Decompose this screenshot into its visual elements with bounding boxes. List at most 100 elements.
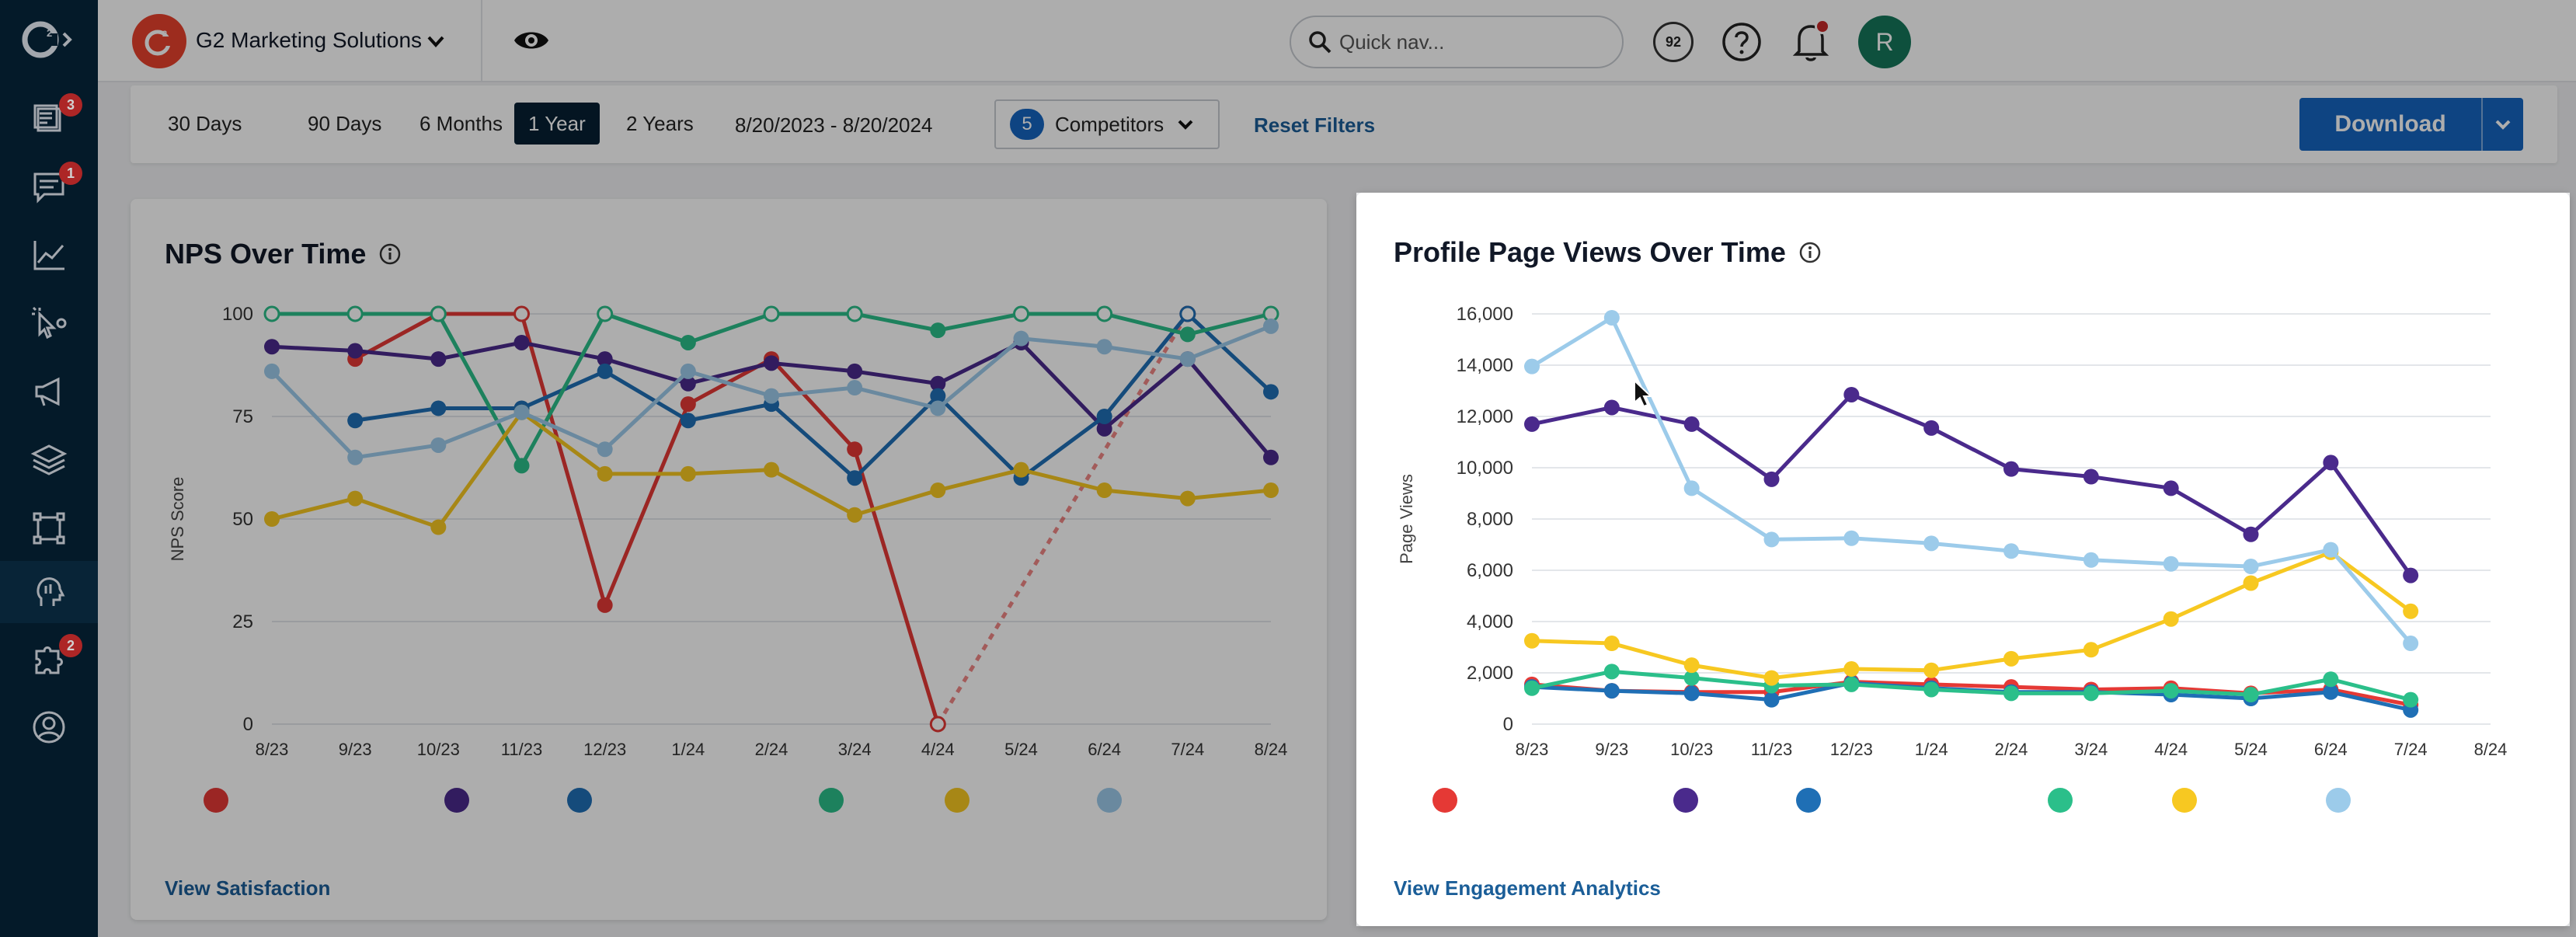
x-tick-label: 7/24 [1171,740,1204,759]
help-icon[interactable] [1721,22,1762,62]
data-point [847,441,863,458]
y-tick-label: 25 [232,611,253,632]
chevron-down-icon [1178,120,1193,130]
range-90-days[interactable]: 90 Days [294,103,395,145]
series-line-segment [2090,617,2172,652]
data-point [680,334,696,350]
sidebar-item-integrations[interactable] [0,497,98,559]
data-point [1603,664,1620,680]
sidebar-item-apps[interactable]: 2 [0,628,98,690]
eye-icon[interactable] [513,26,550,54]
data-point [1843,661,1860,677]
series-line-segment [1103,357,1189,430]
data-point [263,305,280,322]
data-point [1013,330,1029,347]
y-tick-label: 100 [222,304,253,325]
g2-score-icon[interactable]: 92 [1653,22,1694,62]
sidebar-item-profile[interactable] [0,696,98,758]
series-line-segment [2010,647,2092,661]
data-point [2323,455,2339,471]
view-satisfaction-link[interactable]: View Satisfaction [165,876,330,900]
range-30-days[interactable]: 30 Days [154,103,256,145]
series-line-segment [936,336,1023,410]
x-tick-label: 2/24 [1995,740,2028,759]
series-line-segment [1611,641,1693,667]
sidebar-item-buyer-insights[interactable] [0,561,98,623]
range-6-months[interactable]: 6 Months [406,103,517,145]
series-line-segment [2010,467,2092,479]
series-line-segment [1187,488,1272,501]
data-point [1923,420,1940,436]
company-name[interactable]: G2 Marketing Solutions [196,28,422,53]
series-line-segment [271,496,356,521]
sidebar-item-content[interactable] [0,429,98,491]
data-point [2083,642,2099,658]
series-line-segment [688,312,772,345]
chevron-down-icon [2495,120,2511,130]
download-options-toggle[interactable] [2483,114,2523,134]
analytics-icon [33,241,64,270]
data-point [764,462,779,478]
data-point [1843,386,1860,402]
data-point [264,363,280,379]
y-tick-label: 8,000 [1467,509,1513,530]
series-line-segment [2170,562,2251,569]
data-point [513,334,530,350]
data-point [2003,543,2019,559]
download-button[interactable]: Download [2299,98,2523,151]
series-line-segment [936,394,1023,479]
view-engagement-analytics-link[interactable]: View Engagement Analytics [1394,876,1661,900]
series-line-segment [604,312,689,345]
series-line-segment [270,370,357,459]
data-point [1013,462,1029,478]
sidebar-item-analytics[interactable] [0,224,98,286]
data-point [2163,556,2179,572]
sidebar-item-reports[interactable]: 3 [0,87,98,149]
download-label: Download [2334,111,2446,137]
range-2-years[interactable]: 2 Years [612,103,708,145]
quick-nav-search[interactable] [1290,16,1624,68]
sidebar-item-campaigns[interactable] [0,361,98,423]
competitors-dropdown[interactable]: 5 Competitors [994,99,1220,149]
series-line-segment [271,344,356,354]
series-line-segment [2170,581,2252,621]
series-line-segment [354,496,440,529]
data-point [680,413,696,429]
legend-swatch [2048,788,2073,813]
buyer-insights-icon [37,577,65,606]
top-bar: 2 G2 Marketing Solutions 92 R [98,0,2576,82]
y-tick-label: 6,000 [1467,560,1513,581]
data-point [264,511,280,527]
quick-nav-input[interactable] [1339,30,1603,54]
x-tick-label: 9/23 [339,740,372,759]
series-line-segment [1691,676,1772,688]
reset-filters-link[interactable]: Reset Filters [1254,113,1375,138]
data-point [2403,691,2419,708]
series-line-segment [354,443,439,460]
g2-logo[interactable]: 2 [0,12,98,67]
date-range[interactable]: 8/20/2023 - 8/20/2024 [735,113,932,138]
series-line-segment [771,385,855,399]
x-tick-label: 2/24 [755,740,788,759]
chevron-down-icon[interactable] [424,30,447,53]
notification-badge: 1 [59,162,82,185]
modal-overlay [1356,926,2576,937]
data-point [847,380,863,396]
data-point [1096,409,1112,424]
data-point [2163,683,2179,699]
search-icon [1309,31,1332,54]
series-line-segment [1850,392,1933,430]
data-point [1524,416,1540,432]
series-line-segment [688,468,772,476]
sidebar-item-intent[interactable] [0,292,98,354]
data-point [1524,358,1540,374]
data-point [513,305,530,322]
range-1-year[interactable]: 1 Year [514,103,600,145]
notification-badge: 3 [59,93,82,117]
user-avatar[interactable]: R [1858,16,1911,68]
y-tick-label: 2,000 [1467,663,1513,684]
data-point [1524,680,1540,696]
sidebar-item-messages[interactable]: 1 [0,155,98,218]
data-point [764,355,779,371]
data-point [347,343,364,359]
